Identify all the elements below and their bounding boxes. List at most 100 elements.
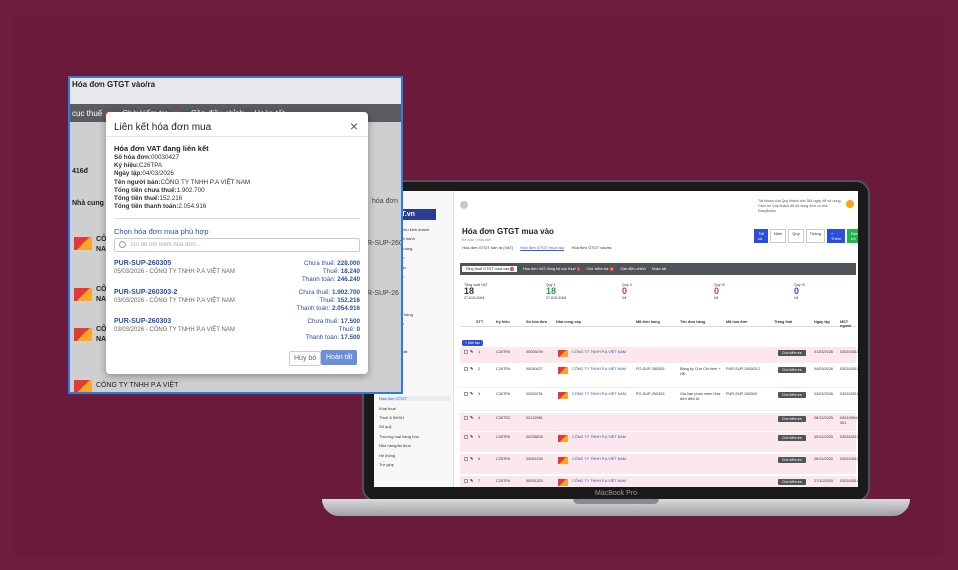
row-checkbox[interactable] — [464, 457, 468, 461]
detail-line: Tổng tiền thuế:152.216 — [114, 195, 182, 202]
edit-icon[interactable]: ✎ — [470, 366, 473, 371]
cell-supplier[interactable]: CÔNG TY TNHH P.A VIỆT NAM — [572, 392, 626, 397]
edit-icon[interactable]: ✎ — [470, 415, 473, 420]
cell-ngay: 01/03/2026 — [814, 350, 834, 354]
kpi-sub: 0đ — [794, 296, 798, 300]
tab-done[interactable]: Hoàn tất — [652, 267, 666, 271]
col-supplier[interactable]: Nhà cung cấp — [556, 320, 581, 324]
table-row[interactable]: ✎ 4 C26TSC 00132981 28/12/2025 0301096441-001… — [460, 413, 858, 431]
close-icon[interactable]: × — [350, 118, 358, 134]
col-invoice-no[interactable]: Số hóa đơn — [526, 320, 547, 324]
detail-label: Tổng tiền thanh toán: — [114, 203, 179, 211]
table-row[interactable]: ✎ 1 C26TPA 00005199 01/03/2026 0302435106 CÔNG… — [460, 347, 858, 363]
macbook-label: MacBook Pro — [594, 490, 638, 497]
col-date[interactable]: Ngày lập — [814, 320, 830, 324]
avatar[interactable] — [846, 200, 854, 208]
cell-supplier[interactable]: CÔNG TY TNHH P.A VIỆT NAM — [572, 367, 626, 372]
invoice-search[interactable] — [114, 238, 360, 252]
check-status-button[interactable]: Chờ kiểm tra — [778, 392, 806, 398]
filter-month-button[interactable]: Tháng — [805, 229, 825, 243]
filter-year-button[interactable]: Năm — [769, 229, 787, 243]
row-checkbox[interactable] — [464, 416, 468, 420]
add-button[interactable]: + Thêm — [826, 229, 846, 243]
detail-value: CÔNG TY TNHH P.A VIỆT NAM — [160, 178, 251, 186]
cell-stt: 2 — [478, 367, 481, 371]
cell-ngay: 27/12/2025 — [814, 479, 834, 483]
table-row[interactable]: ✎ 5 C25TPA 00038500 30/12/2025 0302435106 CÔNG… — [460, 432, 858, 452]
invoice-option[interactable]: PUR-SUP-260305 05/03/2026 - CÔNG TY TNHH… — [114, 260, 360, 292]
settings-icon[interactable] — [460, 201, 468, 209]
sidebar-item[interactable]: Thương mại hàng hóa — [379, 434, 451, 439]
sidebar-item[interactable]: Hệ thống — [379, 453, 451, 458]
edit-icon[interactable]: ✎ — [470, 456, 473, 461]
table-row[interactable]: ✎ 6 C25TPA 00051138 26/12/2025 0302435106 CÔNG… — [460, 454, 858, 474]
link-invoice-modal: Liên kết hóa đơn mua × Hóa đơn VAT đang … — [106, 112, 368, 374]
tab-sales-vat[interactable]: Hóa đơn GTGT bán ra (VAT) — [462, 245, 513, 250]
vendor-logo — [74, 237, 92, 250]
sidebar-item[interactable]: Thuế & BHXH — [379, 415, 451, 420]
breadcrumb[interactable]: Kế toán / Hóa đơn — [462, 238, 491, 242]
cell-supplier[interactable]: CÔNG TY TNHH P.A VIỆT NAM — [572, 457, 626, 462]
row-checkbox[interactable] — [464, 350, 468, 354]
sync-button[interactable]: Đồng bộ — [847, 229, 858, 243]
cell-stt: 1 — [478, 350, 481, 354]
row-checkbox[interactable] — [464, 435, 468, 439]
edit-icon[interactable]: ✎ — [470, 391, 473, 396]
col-order-code[interactable]: Mã đơn hàng — [636, 320, 660, 324]
tab-needs-adjust[interactable]: Cần điều chỉnh — [620, 267, 645, 271]
edit-icon[interactable]: ✎ — [470, 434, 473, 439]
tab-purchase-vat[interactable]: Hóa đơn GTGT mua vào — [520, 245, 565, 251]
cell-supplier[interactable]: CÔNG TY TNHH P.A VIỆT NAM — [572, 350, 626, 355]
cell-stt: 3 — [478, 392, 481, 396]
vendor-logo — [558, 435, 568, 442]
search-input[interactable] — [131, 240, 351, 250]
kpi-q3: Quý III 0 0đ — [714, 283, 725, 300]
sidebar-item[interactable]: Khai thuế — [379, 406, 451, 411]
tab-vat-in-out[interactable]: Hóa đơn GTGT vào/ra — [571, 245, 611, 250]
check-status-button[interactable]: Chờ kiểm tra — [778, 416, 806, 422]
check-status-button[interactable]: Chờ kiểm tra — [778, 435, 806, 441]
sidebar-item[interactable]: Sổ quỹ — [379, 424, 451, 429]
sidebar-item[interactable]: Hóa đơn GTGT — [379, 396, 451, 402]
cell-supplier[interactable]: CÔNG TY TNHH P.A VIỆT NAM — [572, 435, 626, 440]
confirm-button[interactable]: Hoàn tất — [321, 350, 358, 365]
detail-label: Số hóa đơn: — [114, 154, 152, 161]
sidebar-item[interactable]: Nhà hàng/ăn thức — [379, 443, 451, 448]
col-order-name[interactable]: Tên đơn hàng — [680, 320, 705, 324]
table-row[interactable]: ✎ 7 C25TPA 00051320 27/12/2025 0302435106 CÔNG… — [460, 476, 858, 487]
cancel-button[interactable]: Hủy bỏ — [289, 351, 322, 366]
row-checkbox[interactable] — [464, 479, 468, 483]
new-button[interactable]: + Mới tạo — [462, 340, 483, 346]
check-status-button[interactable]: Chờ kiểm tra — [778, 350, 806, 356]
zoom-text: CÔNG TY TNHH P.A VIỆT — [96, 382, 179, 389]
table-row[interactable]: ✎ 2 C26TPA 00030427 PO-SUP-260305 Bảng ký Chờ… — [460, 364, 858, 388]
vendor-logo — [558, 350, 568, 357]
col-invoice-code[interactable]: Mã hóa đơn — [726, 320, 747, 324]
table-row[interactable]: ✎ 3 C26TPA 00029751 PO-SUP-260303 Gia hạn phầ… — [460, 389, 858, 411]
tab-vat-synced[interactable]: Hóa đơn VAT đúng bộ cục thuế 7 — [522, 267, 581, 271]
invoice-option[interactable]: PUR-SUP-260303-2 03/03/2026 - CÔNG TY TN… — [114, 289, 360, 321]
cell-supplier[interactable]: CÔNG TY TNHH P.A VIỆT NAM — [572, 479, 626, 484]
cell-stt: 4 — [478, 416, 481, 420]
invoice-option[interactable]: PUR-SUP-260303 03/03/2026 - CÔNG TY TNHH… — [114, 318, 360, 350]
check-status-button[interactable]: Chờ kiểm tra — [778, 479, 806, 485]
col-tax-id[interactable]: MST người — [840, 320, 856, 328]
col-symbol[interactable]: Ký hiệu — [496, 320, 510, 324]
check-status-button[interactable]: Chờ kiểm tra — [778, 367, 806, 373]
row-checkbox[interactable] — [464, 392, 468, 396]
filter-quarter-button[interactable]: Quý — [788, 229, 804, 243]
kpi-value: 0 — [794, 286, 800, 296]
tab-pending-check[interactable]: Chờ kiểm tra 11 — [586, 267, 615, 271]
col-stt[interactable]: STT — [476, 320, 483, 324]
sidebar-item[interactable]: Trợ giúp — [379, 462, 451, 467]
edit-icon[interactable]: ✎ — [470, 478, 473, 483]
check-status-button[interactable]: Chờ kiểm tra — [778, 457, 806, 463]
row-checkbox[interactable] — [464, 367, 468, 371]
edit-icon[interactable]: ✎ — [470, 349, 473, 354]
cell-ngay: 03/03/2026 — [814, 392, 834, 396]
col-status[interactable]: Trạng thái — [774, 320, 792, 324]
zoom-text: hóa đơn — [372, 198, 399, 205]
tab-label: Hóa đơn VAT đúng bộ cục thuế — [522, 267, 576, 271]
filter-all-button[interactable]: Tất cả — [754, 229, 768, 243]
tab-total-vat[interactable]: Tổng thuế GTGT mua vào 1 — [462, 266, 517, 272]
